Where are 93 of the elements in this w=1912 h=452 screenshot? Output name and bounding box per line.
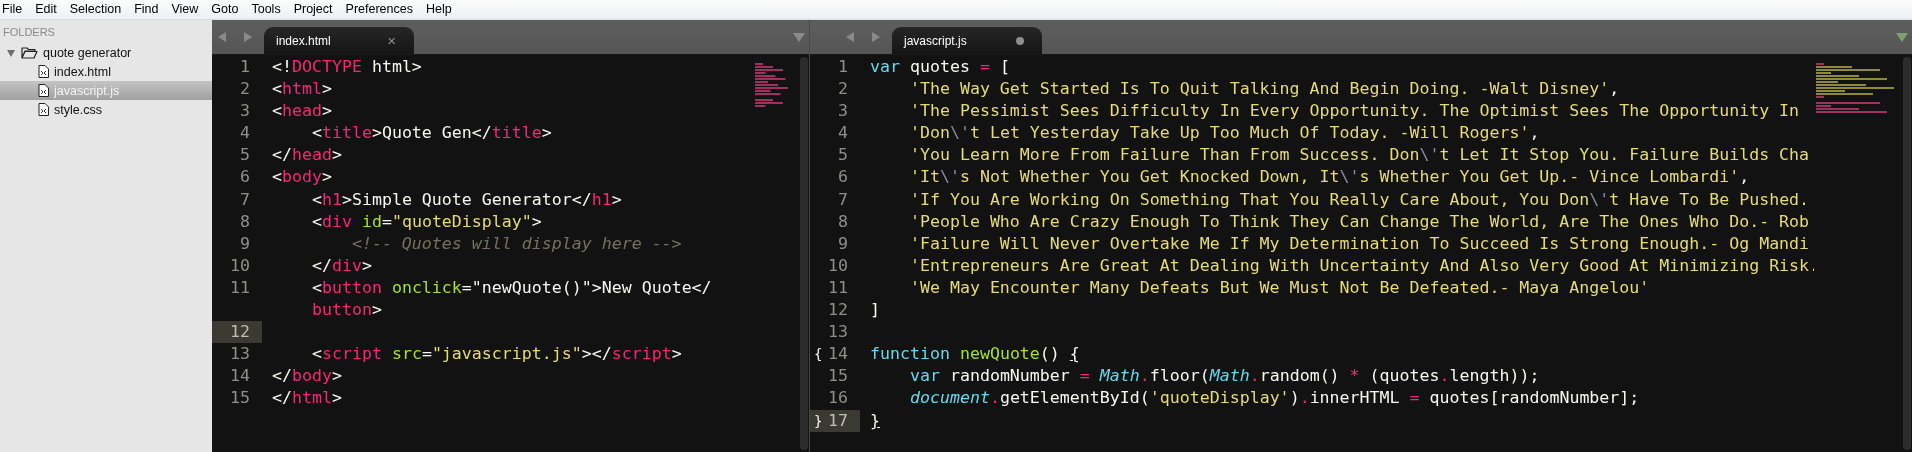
code-line: <div id="quoteDisplay"> — [310, 210, 542, 233]
line-number: 9 — [837, 232, 849, 255]
menu-item[interactable]: Edit — [33, 1, 63, 18]
sidebar-item[interactable]: quote generator — [0, 43, 212, 62]
file-icon[interactable] — [38, 103, 49, 116]
code-line: </html> — [271, 387, 342, 410]
code-line: function newQuote() { — [869, 343, 1080, 366]
line-number: 11 — [229, 276, 251, 299]
code-line: var quotes = [ — [869, 56, 1010, 78]
editor-tab[interactable]: index.html × — [264, 27, 414, 54]
line-number: 14 — [827, 343, 849, 366]
line-number: 3 — [837, 100, 849, 123]
code-line: document.getElementById('quoteDisplay').innerHTML = quotes[randomNumber]; — [908, 387, 1640, 410]
sidebar-item[interactable]: style.css — [0, 100, 212, 119]
code-line: } — [869, 409, 880, 432]
expand-arrow-icon[interactable] — [6, 47, 16, 58]
line-number: 4 — [837, 122, 849, 145]
dropdown-icon[interactable] — [1896, 32, 1908, 42]
scrollbar[interactable] — [800, 57, 808, 450]
code-line: 'The Way Get Started Is To Quit Talking And Begin Doing. -Walt Disney', — [908, 78, 1620, 101]
bracket-marker: { — [813, 345, 824, 365]
code-line: </div> — [310, 254, 372, 277]
code-line: <html> — [271, 78, 332, 101]
line-number: 11 — [827, 276, 849, 299]
line-number: 5 — [837, 144, 849, 167]
line-number: 15 — [229, 387, 251, 410]
line-number: 10 — [827, 254, 849, 277]
code-line: <title>Quote Gen</title> — [310, 122, 552, 145]
line-number: 15 — [827, 365, 849, 388]
code-line: </head> — [271, 144, 342, 167]
line-number: 7 — [837, 188, 849, 211]
line-number: 1 — [837, 56, 849, 78]
code-line: 'Don\'t Let Yesterday Take Up Too Much Of Today. -Will Rogers', — [908, 122, 1540, 145]
code-line: <button onclick="newQuote()">New Quote</ button> — [310, 276, 712, 322]
line-number: 3 — [239, 100, 251, 123]
menu-item[interactable]: File — [0, 1, 29, 18]
line-number: 8 — [837, 210, 849, 233]
line-number: 6 — [239, 166, 251, 189]
code-line: </body> — [271, 365, 342, 388]
code-line: 'It\'s Not Whether You Get Knocked Down, It\'s Whether You Get Up.- Vince Lombardi', — [908, 166, 1750, 189]
code-line: ] — [869, 299, 880, 322]
menu-item[interactable]: Find — [132, 1, 165, 18]
code-line: <!-- Quotes will display here --> — [350, 232, 682, 255]
dropdown-icon[interactable] — [793, 32, 805, 42]
line-highlight — [212, 321, 226, 344]
line-number: 2 — [239, 78, 251, 101]
menu-item[interactable]: Preferences — [343, 1, 419, 18]
line-number: 8 — [239, 210, 251, 233]
navigation-arrows-icon[interactable] — [846, 31, 880, 43]
code-line: 'The Pessimist Sees Difficulty In Every Opportunity. The Optimist Sees The Opportunity In — [908, 100, 1800, 123]
code-line: 'If You Are Working On Something That You Really Care About, You Don\'t Have To Be Pushed. — [908, 188, 1810, 211]
menu-item[interactable]: Project — [291, 1, 339, 18]
line-number: 5 — [239, 144, 251, 167]
line-number: 10 — [229, 254, 251, 277]
modified-dot-icon — [1016, 36, 1024, 45]
line-number: 2 — [837, 78, 849, 101]
line-number: 6 — [837, 166, 849, 189]
menu-item[interactable]: Goto — [209, 1, 245, 18]
code-line: 'People Who Are Crazy Enough To Think They Can Change The World, Are The Ones Who Do.- Rob — [908, 210, 1810, 233]
menu-item[interactable]: Selection — [67, 1, 128, 18]
sidebar-header: FOLDERS — [2, 25, 56, 40]
scrollbar[interactable] — [1903, 57, 1911, 450]
menu-item[interactable]: View — [169, 1, 205, 18]
navigation-arrows-icon[interactable] — [218, 31, 252, 43]
line-number: 1 — [239, 56, 251, 78]
code-line: <h1>Simple Quote Generator</h1> — [310, 188, 622, 211]
menu-item[interactable]: Tools — [249, 1, 287, 18]
code-line: <body> — [271, 166, 332, 189]
line-number: 7 — [239, 188, 251, 211]
code-line: <script src="javascript.js"></script> — [310, 343, 682, 366]
close-button[interactable]: × — [387, 33, 396, 48]
line-number: 12 — [827, 299, 849, 322]
code-line: <head> — [271, 100, 332, 123]
line-number: 13 — [827, 321, 849, 344]
line-number: 17 — [824, 409, 860, 432]
code-line: 'We May Encounter Many Defeats But We Must Not Be Defeated.- Maya Angelou' — [908, 276, 1650, 299]
file-icon[interactable] — [38, 84, 49, 97]
code-line: 'Failure Will Never Overtake Me If My Determination To Succeed Is Strong Enough.- Og Mandi — [908, 232, 1810, 255]
folder-icon[interactable] — [21, 46, 38, 59]
editor-tab[interactable]: javascript.js — [892, 27, 1042, 54]
line-number: 12 — [226, 321, 262, 344]
file-icon[interactable] — [38, 65, 49, 78]
code-line: 'You Learn More From Failure Than From Success. Don\'t Let It Stop You. Failure Builds Cha — [908, 144, 1810, 167]
bracket-marker: } — [810, 409, 824, 432]
code-line: var randomNumber = Math.floor(Math.random() * (quotes.length)); — [908, 365, 1540, 388]
line-number: 9 — [239, 232, 251, 255]
line-number: 13 — [229, 343, 251, 366]
line-number: 16 — [827, 387, 849, 410]
line-number: 4 — [239, 122, 251, 145]
line-number: 14 — [229, 365, 251, 388]
menu-item[interactable]: Help — [423, 1, 458, 18]
code-line: <!DOCTYPE html> — [271, 56, 422, 78]
sidebar-item[interactable]: index.html — [0, 62, 212, 81]
